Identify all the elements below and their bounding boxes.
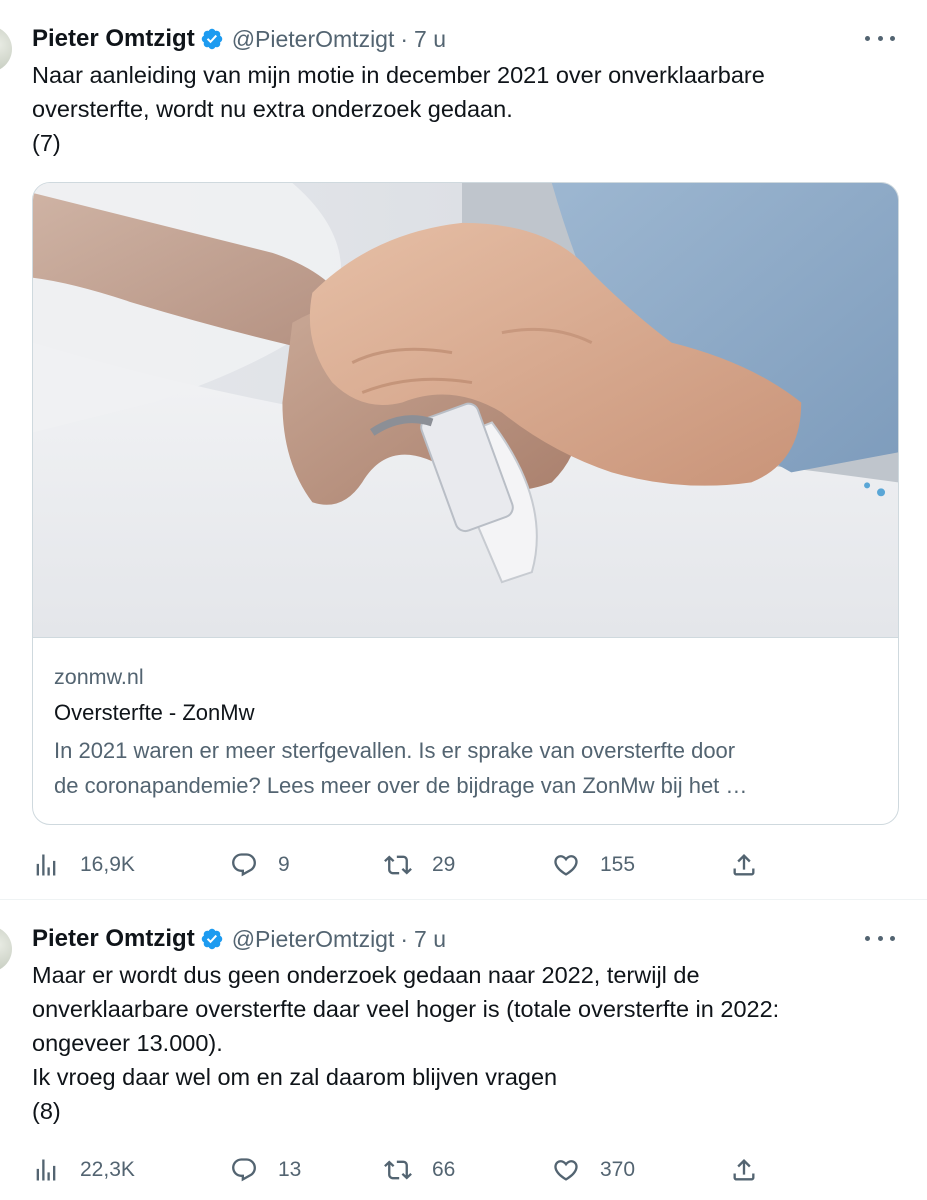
like-count: 155 [600, 853, 636, 876]
card-description-line: In 2021 waren er meer sterfgevallen. Is … [54, 738, 736, 763]
verified-badge-icon [200, 927, 224, 951]
reply-count: 9 [278, 853, 290, 876]
author-handle[interactable]: @PieterOmtzigt [232, 26, 395, 53]
views-button[interactable]: 16,9K [32, 845, 135, 885]
retweet-button[interactable]: 29 [384, 845, 455, 885]
heart-icon [554, 1160, 578, 1181]
heart-icon [554, 855, 578, 876]
more-options-icon[interactable] [865, 26, 895, 50]
tweet-text-line: Ik vroeg daar wel om en zal daarom blijv… [32, 1064, 558, 1090]
views-count: 16,9K [80, 853, 135, 876]
card-title: Oversterfte - ZonMw [54, 700, 255, 725]
analytics-icon [36, 1159, 56, 1181]
share-icon [733, 1159, 755, 1181]
timestamp[interactable]: 7 u [414, 26, 446, 53]
tweet[interactable]: Pieter Omtzigt @PieterOmtzigt · 7 u Maar… [0, 900, 927, 1200]
retweet-count: 29 [432, 853, 456, 876]
avatar[interactable] [0, 26, 12, 72]
views-button[interactable]: 22,3K [32, 1150, 135, 1190]
tweet-text-line: (7) [32, 130, 61, 156]
separator-dot: · [400, 25, 409, 52]
tweet-header: Pieter Omtzigt @PieterOmtzigt · 7 u [32, 922, 446, 956]
more-options-icon[interactable] [865, 926, 895, 950]
retweet-count: 66 [432, 1158, 456, 1181]
avatar[interactable] [0, 926, 12, 972]
reply-count: 13 [278, 1158, 302, 1181]
hospital-hands-photo [33, 183, 898, 638]
card-domain: zonmw.nl [54, 665, 144, 689]
retweet-icon [384, 1160, 412, 1180]
timestamp[interactable]: 7 u [414, 926, 446, 953]
tweet-text: Naar aanleiding van mijn motie in decemb… [32, 58, 892, 160]
link-preview-card[interactable]: zonmw.nl Oversterfte - ZonMw In 2021 war… [32, 182, 899, 825]
tweet-text-line: Naar aanleiding van mijn motie in decemb… [32, 62, 765, 88]
tweet[interactable]: Pieter Omtzigt @PieterOmtzigt · 7 u Naar… [0, 0, 927, 900]
reply-icon [232, 1158, 256, 1182]
verified-badge-icon [200, 27, 224, 51]
views-count: 22,3K [80, 1158, 135, 1181]
like-count: 370 [600, 1158, 636, 1181]
like-button[interactable]: 370 [552, 1150, 635, 1190]
tweet-text-line: ongeveer 13.000). [32, 1030, 223, 1056]
tweet-actions: 16,9K 9 29 155 [32, 845, 772, 885]
reply-icon [232, 853, 256, 877]
retweet-icon [384, 855, 412, 875]
reply-button[interactable]: 13 [230, 1150, 301, 1190]
author-handle[interactable]: @PieterOmtzigt [232, 926, 395, 953]
reply-button[interactable]: 9 [230, 845, 290, 885]
author-name[interactable]: Pieter Omtzigt [32, 25, 195, 53]
tweet-text-line: (8) [32, 1098, 61, 1124]
retweet-button[interactable]: 66 [384, 1150, 455, 1190]
share-icon [733, 854, 755, 876]
tweet-header: Pieter Omtzigt @PieterOmtzigt · 7 u [32, 22, 446, 56]
share-button[interactable] [730, 845, 758, 885]
like-button[interactable]: 155 [552, 845, 635, 885]
separator-dot: · [400, 925, 409, 952]
card-description-line: de coronapandemie? Lees meer over de bij… [54, 773, 748, 798]
tweet-text-line: oversterfte, wordt nu extra onderzoek ge… [32, 96, 513, 122]
author-name[interactable]: Pieter Omtzigt [32, 925, 195, 953]
tweet-actions: 22,3K 13 66 370 [32, 1150, 772, 1190]
tweet-text: Maar er wordt dus geen onderzoek gedaan … [32, 958, 892, 1128]
tweet-text-line: Maar er wordt dus geen onderzoek gedaan … [32, 962, 700, 988]
analytics-icon [36, 854, 56, 876]
share-button[interactable] [730, 1150, 758, 1190]
tweet-text-line: onverklaarbare oversterfte daar veel hog… [32, 996, 780, 1022]
